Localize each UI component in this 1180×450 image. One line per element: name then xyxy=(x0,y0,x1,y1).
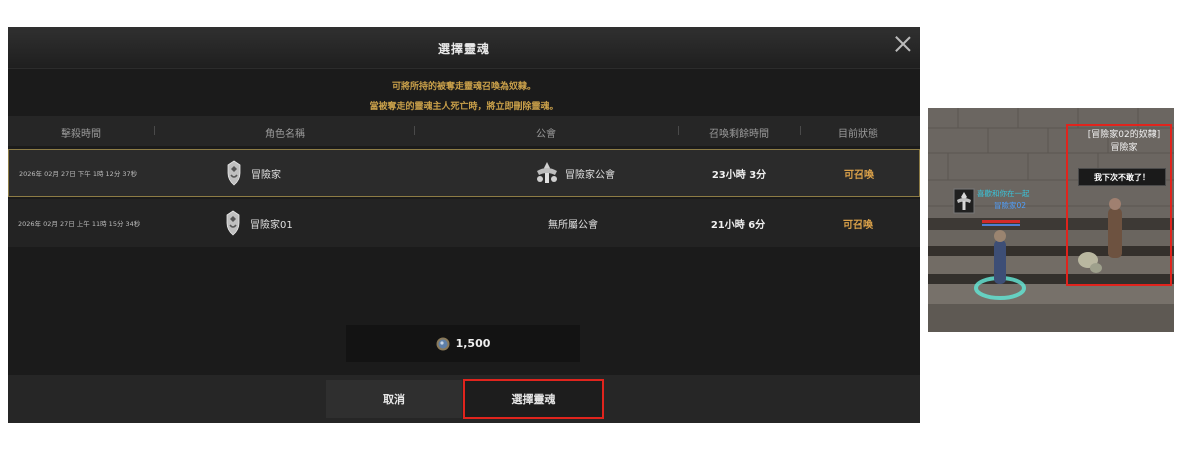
dialog-footer: 取消 選擇靈魂 xyxy=(8,375,920,423)
notice-line-1: 可將所持的被奪走靈魂召喚為奴隸。 xyxy=(391,82,536,92)
row-kill-time: 2026年 02月 27日 上午 11時 15分 34秒 xyxy=(18,220,141,228)
close-icon[interactable] xyxy=(892,33,914,55)
soul-row-selected[interactable]: 2026年 02月 27日 下午 1時 12分 37秒 冒險家 冒險家公會 23… xyxy=(8,149,920,197)
column-separator xyxy=(414,126,415,135)
row-guild-name: 冒險家公會 xyxy=(565,169,615,181)
owner-guild-name: 喜歡和你在一起 xyxy=(977,189,1030,198)
coin-icon xyxy=(436,337,450,350)
speech-bubble: 我下次不敢了！ xyxy=(1078,168,1166,186)
row-character: 冒險家 xyxy=(223,150,281,196)
table-header: 擊殺時間 角色名稱 公會 召喚剩餘時間 目前狀態 xyxy=(8,116,920,146)
dialog-title-bar: 選擇靈魂 xyxy=(8,27,920,69)
slave-tag: [冒險家02的奴隸] xyxy=(1087,130,1161,140)
soul-row[interactable]: 2026年 02月 27日 上午 11時 15分 34秒 冒險家01 無所屬公會… xyxy=(8,199,920,247)
row-remaining-time: 23小時 3分 xyxy=(711,169,767,181)
row-status: 可召喚 xyxy=(844,169,874,181)
column-separator xyxy=(800,126,801,135)
guild-crest-icon xyxy=(953,188,975,214)
guild-crest-icon xyxy=(533,160,563,186)
row-remaining-time: 21小時 6分 xyxy=(710,219,766,231)
dialog-title: 選擇靈魂 xyxy=(437,42,490,56)
row-character-name: 冒險家 xyxy=(251,169,281,181)
row-character-name: 冒險家01 xyxy=(250,219,293,231)
column-separator xyxy=(678,126,679,135)
select-soul-dialog: 選擇靈魂 可將所持的被奪走靈魂召喚為奴隸。 當被奪走的靈魂主人死亡時，將立即刪除… xyxy=(8,27,920,423)
notice-line-2: 當被奪走的靈魂主人死亡時，將立即刪除靈魂。 xyxy=(369,102,559,112)
cancel-button[interactable]: 取消 xyxy=(326,380,462,418)
select-soul-button[interactable]: 選擇靈魂 xyxy=(463,379,604,419)
column-guild: 公會 xyxy=(536,129,556,140)
owner-name: 冒險家02 xyxy=(994,201,1027,210)
game-scene: 喜歡和你在一起 冒險家02 [冒險家02的奴隸] 冒險家 我下次不敢了！ xyxy=(928,108,1174,332)
row-status: 可召喚 xyxy=(843,219,873,231)
column-kill-time: 擊殺時間 xyxy=(61,129,101,140)
column-character-name: 角色名稱 xyxy=(265,129,305,140)
summon-cost: 1,500 xyxy=(346,325,580,362)
row-kill-time: 2026年 02月 27日 下午 1時 12分 37秒 xyxy=(19,170,138,178)
owner-hp-bar xyxy=(982,220,1020,223)
owner-mp-bar xyxy=(982,224,1020,226)
row-guild: 無所屬公會 xyxy=(508,199,638,247)
row-character: 冒險家01 xyxy=(222,199,293,247)
character-crest-icon xyxy=(222,208,244,238)
row-guild: 冒險家公會 xyxy=(509,150,639,196)
row-guild-name: 無所屬公會 xyxy=(548,219,598,231)
slave-name: 冒險家 xyxy=(1110,143,1138,153)
column-separator xyxy=(154,126,155,135)
cost-value: 1,500 xyxy=(455,337,491,350)
character-crest-icon xyxy=(223,158,245,188)
column-remaining-time: 召喚剩餘時間 xyxy=(709,129,769,140)
column-status: 目前狀態 xyxy=(838,129,878,140)
